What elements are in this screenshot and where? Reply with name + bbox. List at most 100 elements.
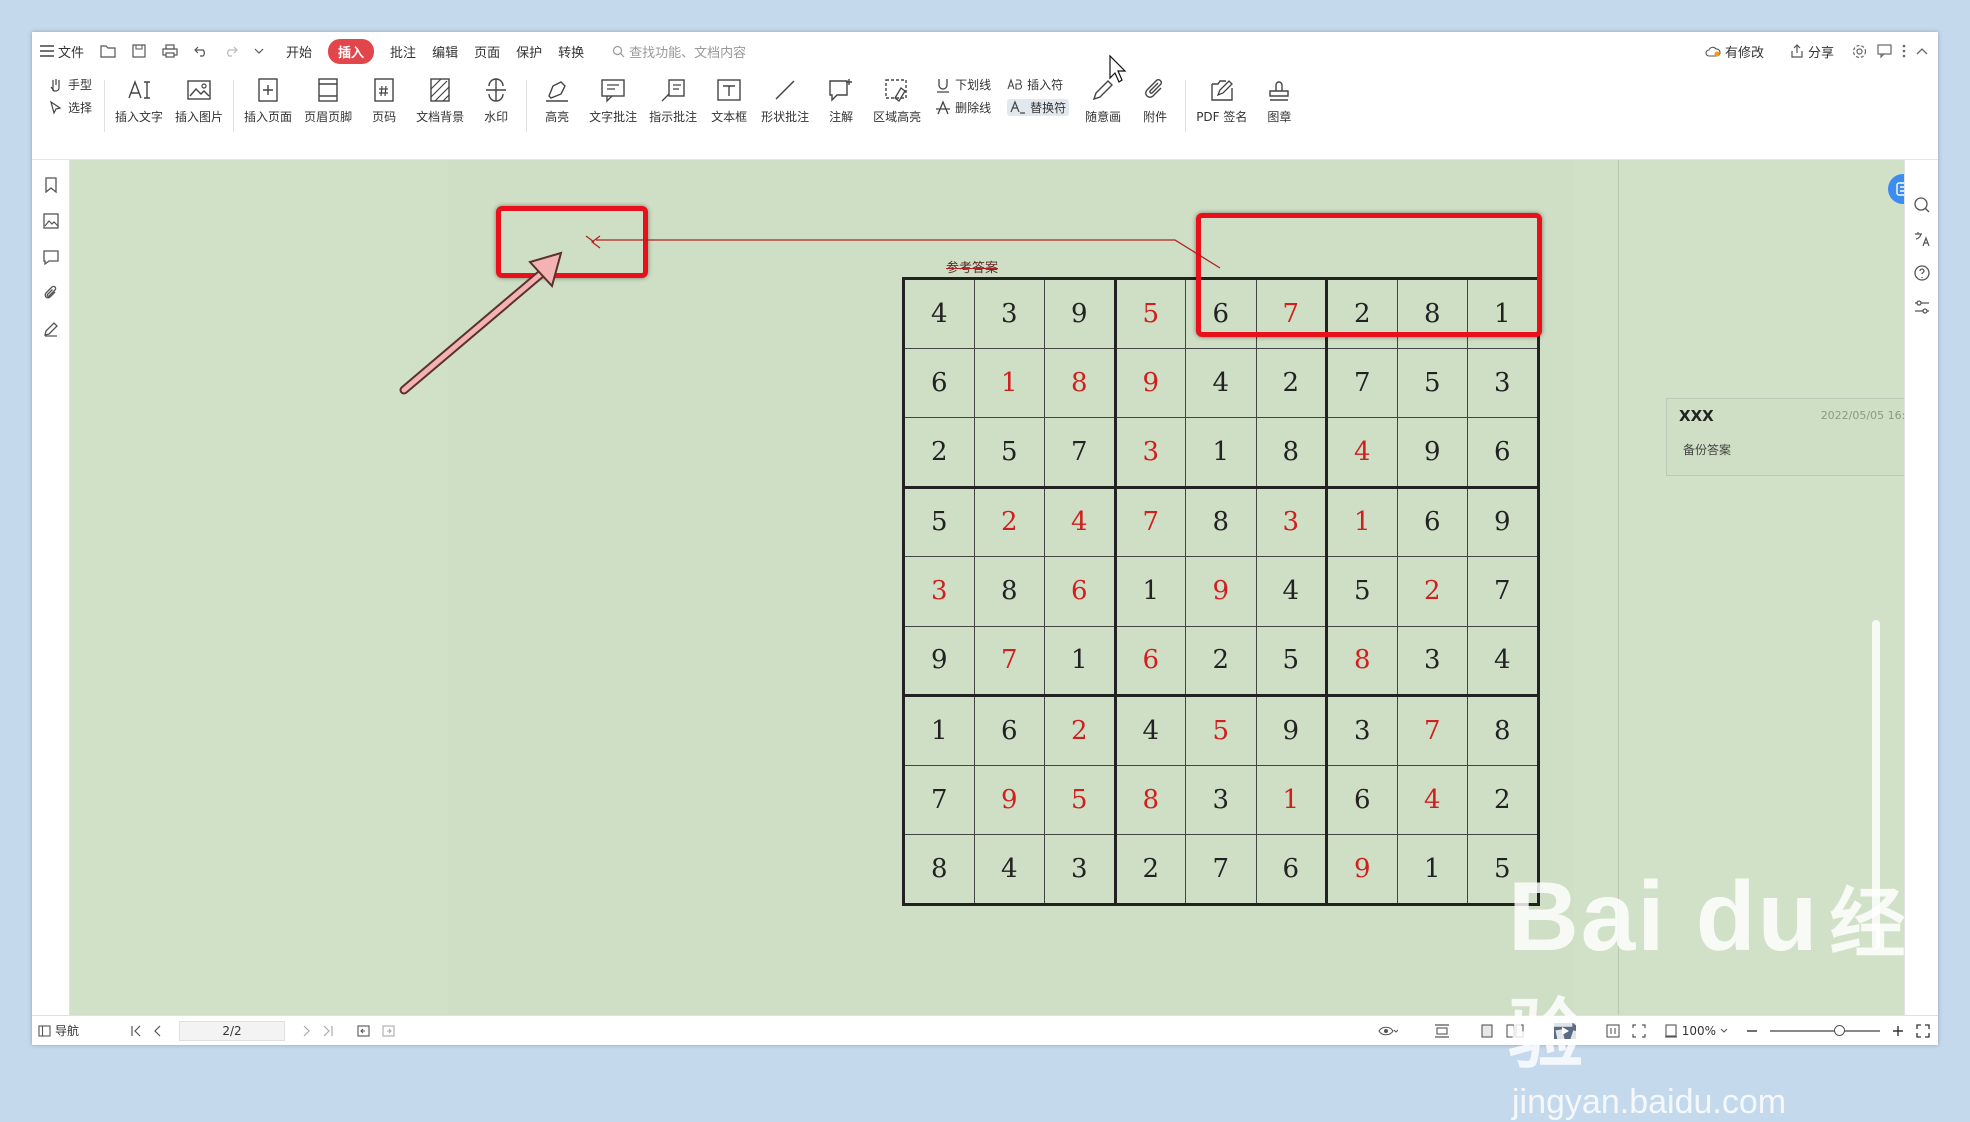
comment-body: 备份答案: [1683, 443, 1732, 457]
tab-page[interactable]: 页面: [466, 38, 508, 64]
tab-protect[interactable]: 保护: [508, 38, 550, 64]
navigation-toggle[interactable]: 导航: [32, 1022, 85, 1039]
cursor-arrow-icon: [48, 100, 64, 116]
message-icon[interactable]: [1877, 44, 1892, 58]
eye-view-icon[interactable]: [1378, 1025, 1398, 1037]
file-menu[interactable]: 文件: [32, 38, 92, 64]
last-page-icon[interactable]: [317, 1025, 339, 1037]
save-icon[interactable]: [124, 38, 154, 64]
sudoku-cell: 2: [1185, 625, 1257, 696]
sudoku-cell: 9: [1113, 347, 1186, 418]
sudoku-cell: 5: [903, 485, 975, 557]
tab-edit[interactable]: 编辑: [424, 38, 466, 64]
sudoku-cell: 2: [1044, 694, 1116, 766]
highlighter-icon: [546, 81, 569, 102]
signature-panel-icon[interactable]: [42, 320, 60, 338]
file-menu-label: 文件: [58, 45, 85, 61]
sudoku-row: 971625834: [903, 625, 1539, 696]
share-button[interactable]: 分享: [1782, 38, 1842, 64]
sudoku-cell: 3: [1255, 485, 1327, 557]
underline-button[interactable]: 下划线: [935, 76, 991, 93]
forward-history-icon[interactable]: [376, 1024, 401, 1037]
first-page-icon[interactable]: [125, 1025, 147, 1037]
bookmark-icon[interactable]: [42, 176, 60, 194]
sudoku-cell: 9: [903, 625, 975, 696]
comment-panel-icon[interactable]: [42, 248, 60, 266]
search-icon: [612, 45, 625, 58]
insert-image-button[interactable]: 插入图片: [169, 70, 229, 125]
highlight-button[interactable]: 高亮: [531, 70, 583, 125]
tab-insert[interactable]: 插入: [320, 38, 382, 64]
freehand-button[interactable]: 随意画: [1077, 70, 1129, 125]
properties-sliders-icon[interactable]: [1913, 298, 1931, 316]
indicator-comment-button[interactable]: 指示批注: [643, 70, 703, 125]
replace-symbol-button[interactable]: 替换符: [1007, 99, 1070, 116]
comment-card[interactable]: XXX 2022/05/05 16:49:50 备份答案: [1666, 398, 1938, 476]
strikethrough-button[interactable]: 删除线: [935, 99, 991, 116]
thumbnail-icon[interactable]: [42, 212, 60, 230]
stamp-button[interactable]: 图章: [1253, 70, 1305, 125]
annotate-button[interactable]: 注解: [815, 70, 867, 125]
previous-page-icon[interactable]: [147, 1025, 167, 1037]
sudoku-cell: 5: [973, 417, 1045, 488]
attachment-button[interactable]: 附件: [1129, 70, 1181, 125]
fit-width-icon[interactable]: [1434, 1024, 1450, 1038]
hand-tool-button[interactable]: 手型: [48, 76, 92, 93]
open-folder-icon[interactable]: [92, 38, 124, 64]
text-comment-button[interactable]: 文字批注: [583, 70, 643, 125]
sudoku-cell: 3: [903, 556, 975, 627]
select-tool-button[interactable]: 选择: [48, 99, 92, 116]
back-history-icon[interactable]: [351, 1024, 376, 1037]
annotation-struck-text[interactable]: 参考答案: [946, 257, 998, 276]
area-highlight-button[interactable]: 区域高亮: [867, 70, 927, 125]
attachment-panel-icon[interactable]: [42, 284, 60, 302]
tab-home[interactable]: 开始: [278, 38, 320, 64]
pdf-sign-button[interactable]: PDF 签名: [1190, 70, 1253, 125]
single-page-view-icon[interactable]: [1480, 1024, 1494, 1038]
highlight-box-annotation: [496, 206, 648, 278]
sudoku-cell: 2: [903, 417, 975, 488]
ai-search-icon[interactable]: [1913, 196, 1931, 214]
navigation-label: 导航: [55, 1024, 80, 1038]
collapse-ribbon-icon[interactable]: [1916, 47, 1928, 55]
sudoku-cell: 1: [1396, 834, 1468, 905]
more-vertical-icon[interactable]: [1902, 44, 1906, 58]
shape-comment-button[interactable]: 形状批注: [755, 70, 815, 125]
sidebar-panel-icon: [38, 1024, 51, 1037]
sudoku-cell: 1: [1113, 556, 1186, 627]
sudoku-cell: 9: [1396, 417, 1468, 488]
next-page-icon[interactable]: [297, 1025, 317, 1037]
help-icon[interactable]: [1913, 264, 1931, 282]
page-number-button[interactable]: 页码: [358, 70, 410, 125]
sudoku-cell: 9: [1185, 556, 1257, 627]
translate-icon[interactable]: [1913, 230, 1931, 248]
sudoku-cell: 4: [1113, 694, 1186, 766]
page-indicator-input[interactable]: 2/2: [179, 1020, 286, 1041]
insert-page-button[interactable]: 插入页面: [238, 70, 298, 125]
settings-gear-icon[interactable]: [1852, 44, 1867, 59]
header-footer-button[interactable]: 页眉页脚: [298, 70, 358, 125]
search-box[interactable]: 查找功能、文档内容: [612, 42, 746, 61]
insert-symbol-icon: [1007, 77, 1023, 93]
text-comment-icon: [601, 79, 625, 103]
sudoku-cell: 9: [1255, 694, 1327, 766]
sudoku-cell: 7: [1044, 417, 1116, 488]
doc-background-button[interactable]: 文档背景: [410, 70, 470, 125]
sudoku-cell: 7: [1396, 694, 1468, 766]
paperclip-icon: [1145, 79, 1163, 98]
strikethrough-icon: [935, 99, 951, 116]
redo-icon[interactable]: [216, 38, 246, 64]
insert-symbol-button[interactable]: 插入符: [1007, 76, 1069, 93]
tab-convert[interactable]: 转换: [550, 38, 592, 64]
sudoku-row: 524783169: [903, 485, 1539, 557]
modified-status-button[interactable]: 有修改: [1697, 38, 1772, 64]
watermark-button[interactable]: 水印: [470, 70, 522, 125]
insert-text-button[interactable]: 插入文字: [109, 70, 169, 125]
quick-access-dropdown-icon[interactable]: [246, 38, 272, 64]
text-box-button[interactable]: 文本框: [703, 70, 755, 125]
print-icon[interactable]: [154, 38, 186, 64]
search-placeholder: 查找功能、文档内容: [629, 45, 747, 61]
line-mark-group: 下划线 删除线: [927, 70, 999, 116]
undo-icon[interactable]: [186, 38, 216, 64]
tab-comment[interactable]: 批注: [382, 38, 424, 64]
